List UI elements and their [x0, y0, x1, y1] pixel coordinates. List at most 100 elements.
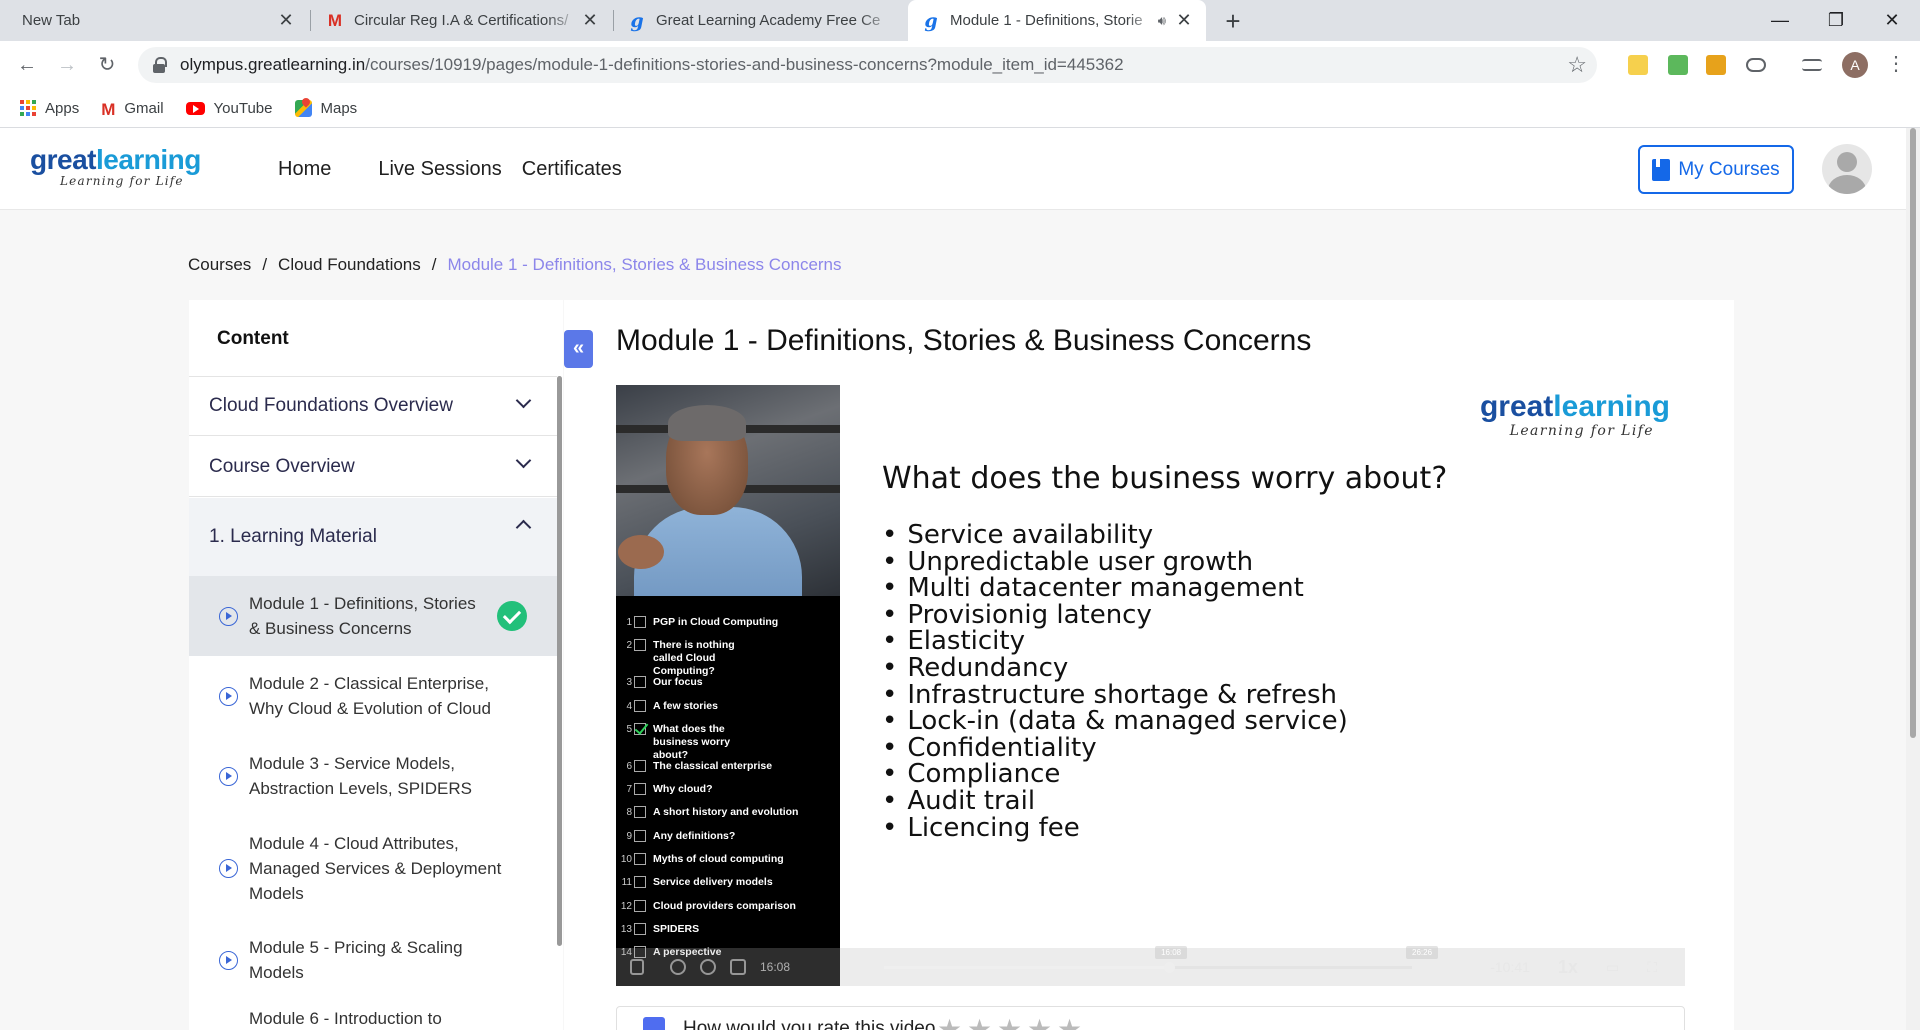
checkbox-icon	[634, 829, 646, 842]
star-icon[interactable]: ★	[967, 1013, 992, 1030]
nav-certificates[interactable]: Certificates	[522, 158, 622, 181]
presenter-hair	[668, 405, 746, 441]
bookmark-gmail[interactable]: M Gmail	[101, 100, 163, 119]
module-item-5[interactable]: Module 5 - Pricing & Scaling Models	[189, 920, 557, 1000]
greatlearning-icon: g	[630, 9, 644, 32]
logo-great: great	[30, 144, 96, 175]
checkbox-icon	[634, 783, 646, 796]
breadcrumb-courses[interactable]: Courses	[188, 255, 251, 275]
back-icon[interactable]: ←	[13, 51, 41, 79]
reload-icon[interactable]: ↻	[93, 51, 121, 79]
playback-speed-button[interactable]: 1x	[1558, 957, 1578, 978]
fullscreen-icon[interactable]: ⛶	[1647, 959, 1657, 976]
agenda-number: 7	[626, 784, 632, 796]
my-courses-button[interactable]: My Courses	[1638, 145, 1794, 194]
sidebar-title: Content	[217, 328, 289, 349]
module-label-line: & Business Concerns	[249, 619, 412, 638]
lecture-slide: greatlearning Learning for Life What doe…	[840, 385, 1685, 986]
module-item-6[interactable]: Module 6 - Introduction to	[189, 1006, 557, 1030]
module-label-line: Models	[249, 963, 304, 982]
module-item-3[interactable]: Module 3 - Service Models, Abstraction Le…	[189, 736, 557, 816]
slide-logo-wordmark: greatlearning	[1480, 391, 1670, 423]
page-scrollbar[interactable]	[1906, 128, 1920, 1030]
checkmark-icon	[634, 722, 646, 735]
section-label: 1. Learning Material	[209, 526, 377, 547]
pause-icon[interactable]	[630, 959, 644, 975]
rating-box: How would you rate this video ★ ★ ★ ★ ★	[616, 1006, 1685, 1030]
maps-icon	[294, 99, 312, 117]
gmail-icon: M	[327, 10, 343, 30]
module-label-line: Why Cloud & Evolution of Cloud	[249, 699, 491, 718]
play-circle-icon	[219, 606, 238, 626]
slide-bullet: Multi datacenter management	[882, 575, 1348, 602]
agenda-number: 4	[626, 700, 632, 712]
section-cloud-foundations-overview[interactable]: Cloud Foundations Overview	[189, 376, 557, 436]
agenda-number: 9	[626, 830, 632, 842]
agenda-item: 8 A short history and evolution	[616, 806, 840, 829]
gamepad-icon[interactable]	[1746, 58, 1766, 72]
restore-button[interactable]: ❐	[1806, 4, 1866, 36]
page-scrollbar-thumb[interactable]	[1910, 128, 1916, 738]
extension-drive-icon[interactable]	[1706, 55, 1726, 75]
lock-icon	[152, 57, 167, 73]
slide-bullet: Confidentiality	[882, 735, 1348, 762]
main-nav: Home Live Sessions Certificates	[278, 158, 642, 181]
new-tab-button[interactable]: +	[1218, 6, 1248, 37]
menu-kebab-icon[interactable]: ⋮	[1886, 51, 1906, 76]
star-icon[interactable]: ★	[1027, 1013, 1052, 1030]
chevron-up-icon	[515, 519, 532, 536]
video-player[interactable]: 1 PGP in Cloud Computing 2 There is nothin…	[616, 385, 1685, 986]
forward-icon[interactable]	[700, 959, 716, 975]
address-bar[interactable]: olympus.greatlearning.in/courses/10919/p…	[138, 47, 1597, 83]
module-item-2[interactable]: Module 2 - Classical Enterprise, Why Clou…	[189, 656, 557, 736]
volume-icon[interactable]	[730, 959, 746, 975]
star-icon[interactable]: ★	[937, 1013, 962, 1030]
bookmark-star-icon[interactable]: ☆	[1567, 52, 1587, 78]
bookmark-youtube[interactable]: YouTube	[185, 100, 273, 117]
star-icon[interactable]: ★	[1057, 1013, 1082, 1030]
slide-logo-tagline: Learning for Life	[1509, 423, 1654, 439]
bookmark-maps[interactable]: Maps	[294, 99, 357, 117]
bookmark-apps[interactable]: Apps	[20, 99, 79, 117]
tab-new-tab[interactable]: New Tab ✕	[8, 0, 308, 41]
play-circle-icon	[219, 686, 238, 706]
agenda-text: SPIDERS	[653, 922, 700, 935]
tab-great-learning-academy[interactable]: g Great Learning Academy Free Ce	[614, 0, 908, 41]
close-icon[interactable]: ✕	[1174, 10, 1194, 31]
section-learning-material[interactable]: 1. Learning Material	[189, 498, 557, 576]
nav-live-sessions[interactable]: Live Sessions	[378, 158, 501, 181]
breadcrumb-cloud-foundations[interactable]: Cloud Foundations	[278, 255, 421, 275]
tab-title: Circular Reg I.A & Certifications/	[354, 12, 569, 29]
user-avatar[interactable]	[1822, 144, 1872, 194]
close-icon[interactable]: ✕	[276, 10, 296, 31]
minimize-button[interactable]: —	[1750, 4, 1810, 36]
logo-learning: learning	[95, 144, 201, 175]
slide-bullet: Lock-in (data & managed service)	[882, 708, 1347, 735]
module-item-4[interactable]: Module 4 - Cloud Attributes, Managed Serv…	[189, 816, 557, 920]
collapse-sidebar-button[interactable]: «	[564, 330, 593, 368]
play-circle-icon	[219, 858, 238, 878]
extension-note-icon[interactable]	[1628, 55, 1648, 75]
agenda-text: Cloud providers comparison	[653, 899, 796, 912]
module-item-1[interactable]: Module 1 - Definitions, Stories & Busines…	[189, 576, 557, 656]
progress-bar[interactable]: 16:08 26:26	[884, 946, 1439, 973]
media-control-icon[interactable]	[1802, 59, 1822, 71]
nav-home[interactable]: Home	[278, 158, 331, 181]
tab-module-1[interactable]: g Module 1 - Definitions, Storie 🔊︎ ✕	[908, 0, 1206, 41]
extension-sheet-icon[interactable]	[1668, 55, 1688, 75]
star-icon[interactable]: ★	[997, 1013, 1022, 1030]
speaker-icon[interactable]: 🔊︎	[1158, 13, 1166, 29]
sidebar-scrollbar[interactable]	[557, 376, 562, 946]
forward-icon[interactable]: →	[53, 51, 81, 79]
section-course-overview[interactable]: Course Overview	[189, 437, 557, 497]
close-icon[interactable]: ✕	[580, 10, 600, 31]
agenda-number: 1	[626, 617, 632, 628]
rewind-icon[interactable]	[670, 959, 686, 975]
tab-gmail[interactable]: M Circular Reg I.A & Certifications/ ✕	[312, 0, 612, 41]
progress-knob[interactable]	[1164, 962, 1176, 973]
slide-heading: What does the business worry about?	[882, 461, 1448, 496]
profile-avatar[interactable]: A	[1842, 52, 1868, 78]
hd-icon[interactable]: ▭	[1606, 959, 1619, 976]
greatlearning-logo[interactable]: greatlearning Learning for Life	[30, 144, 201, 189]
close-window-button[interactable]: ✕	[1862, 4, 1920, 36]
